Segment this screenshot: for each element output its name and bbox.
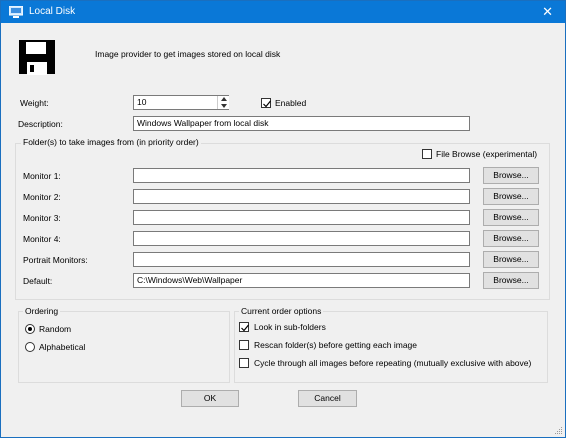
- ordering-group-title: Ordering: [23, 306, 61, 316]
- monitor-4-label: Monitor 4:: [23, 234, 61, 244]
- checkmark-icon: [263, 100, 271, 108]
- weight-input[interactable]: 10: [133, 95, 229, 110]
- checkmark-icon: [241, 324, 249, 332]
- cancel-button[interactable]: Cancel: [298, 390, 357, 407]
- weight-spinner[interactable]: [217, 96, 229, 109]
- monitor-3-browse-button[interactable]: Browse...: [483, 209, 539, 226]
- enabled-checkbox[interactable]: [261, 98, 271, 108]
- default-input[interactable]: C:\Windows\Web\Wallpaper: [133, 273, 470, 288]
- cycle-images-checkbox[interactable]: [239, 358, 249, 368]
- look-in-subfolders-label: Look in sub-folders: [254, 322, 326, 332]
- portrait-monitors-label: Portrait Monitors:: [23, 255, 88, 265]
- alphabetical-radio[interactable]: [25, 342, 35, 352]
- spin-up-icon[interactable]: [221, 97, 227, 101]
- rescan-folders-checkbox[interactable]: [239, 340, 249, 350]
- default-browse-button[interactable]: Browse...: [483, 272, 539, 289]
- monitor-2-label: Monitor 2:: [23, 192, 61, 202]
- description-input[interactable]: Windows Wallpaper from local disk: [133, 116, 470, 131]
- dialog-body: Image provider to get images stored on l…: [1, 23, 565, 437]
- floppy-disk-icon: [19, 40, 55, 75]
- monitor-2-browse-button[interactable]: Browse...: [483, 188, 539, 205]
- portrait-monitors-input[interactable]: [133, 252, 470, 267]
- provider-description: Image provider to get images stored on l…: [95, 49, 281, 59]
- file-browse-label: File Browse (experimental): [436, 149, 538, 159]
- alphabetical-label: Alphabetical: [39, 342, 86, 352]
- default-label: Default:: [23, 276, 53, 286]
- rescan-folders-label: Rescan folder(s) before getting each ima…: [254, 340, 418, 350]
- file-browse-checkbox[interactable]: [422, 149, 432, 159]
- folders-group-title: Folder(s) to take images from (in priori…: [21, 137, 201, 147]
- look-in-subfolders-checkbox[interactable]: [239, 322, 249, 332]
- enabled-label: Enabled: [275, 98, 307, 108]
- title-bar[interactable]: Local Disk ✕: [1, 1, 565, 23]
- order-options-group-title: Current order options: [239, 306, 324, 316]
- ok-button[interactable]: OK: [181, 390, 239, 407]
- monitor-4-browse-button[interactable]: Browse...: [483, 230, 539, 247]
- monitor-3-label: Monitor 3:: [23, 213, 61, 223]
- spin-down-icon[interactable]: [221, 104, 227, 108]
- description-label: Description:: [18, 119, 63, 129]
- monitor-1-browse-button[interactable]: Browse...: [483, 167, 539, 184]
- window-title: Local Disk: [29, 6, 76, 17]
- weight-label: Weight:: [20, 98, 49, 108]
- monitor-2-input[interactable]: [133, 189, 470, 204]
- monitor-1-label: Monitor 1:: [23, 171, 61, 181]
- radio-selected-dot: [28, 327, 32, 331]
- monitor-4-input[interactable]: [133, 231, 470, 246]
- random-label: Random: [39, 324, 72, 334]
- random-radio[interactable]: [25, 324, 35, 334]
- monitor-3-input[interactable]: [133, 210, 470, 225]
- monitor-1-input[interactable]: [133, 168, 470, 183]
- close-icon[interactable]: ✕: [542, 4, 553, 20]
- app-icon: [9, 6, 23, 18]
- cycle-images-label: Cycle through all images before repeatin…: [254, 358, 532, 368]
- resize-grip-icon[interactable]: [555, 427, 563, 435]
- portrait-monitors-browse-button[interactable]: Browse...: [483, 251, 539, 268]
- dialog-window: Local Disk ✕ Image provider to get image…: [0, 0, 566, 438]
